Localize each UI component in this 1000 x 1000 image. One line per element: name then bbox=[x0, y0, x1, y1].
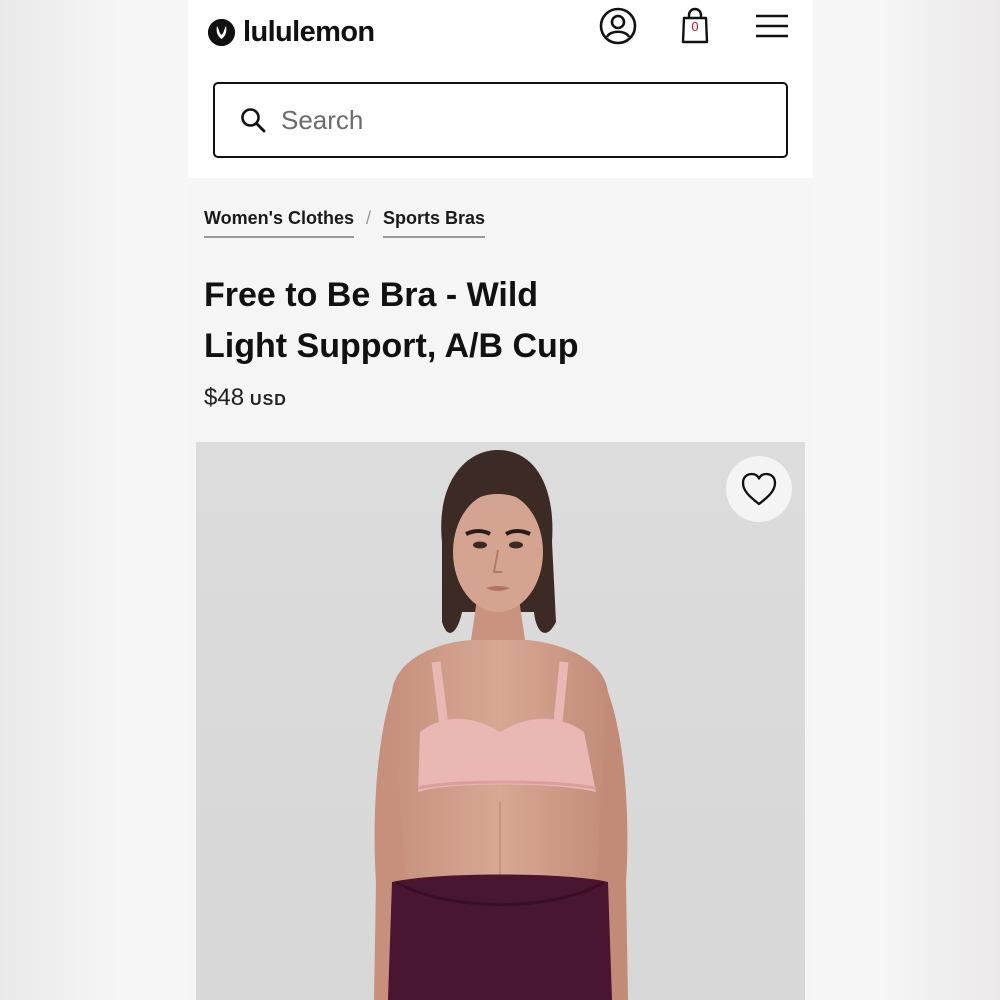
search-input[interactable] bbox=[281, 104, 761, 136]
account-button[interactable] bbox=[598, 6, 638, 46]
menu-icon bbox=[756, 14, 788, 38]
lululemon-logo-icon bbox=[208, 18, 235, 46]
heart-icon bbox=[741, 472, 777, 506]
product-title-line-1: Free to Be Bra - Wild bbox=[204, 276, 539, 314]
product-title-line-2: Light Support, A/B Cup bbox=[204, 327, 579, 365]
price-amount: $48 bbox=[204, 384, 245, 411]
bag-count-badge: 0 bbox=[691, 19, 699, 34]
breadcrumb: Women's Clothes / Sports Bras bbox=[204, 208, 486, 238]
shopping-bag-button[interactable]: 0 bbox=[675, 6, 715, 46]
product-title: Free to Be Bra - Wild Light Support, A/B… bbox=[204, 270, 624, 372]
product-price: $48 USD bbox=[204, 384, 287, 412]
product-page: lululemon 0 Search Women's Clothes / Spo… bbox=[188, 0, 813, 1000]
breadcrumb-separator: / bbox=[365, 208, 371, 228]
brand-logo[interactable]: lululemon bbox=[208, 14, 375, 50]
brand-name: lululemon bbox=[243, 15, 375, 48]
breadcrumb-sports-bras[interactable]: Sports Bras bbox=[382, 208, 486, 238]
menu-button[interactable] bbox=[752, 6, 792, 46]
breadcrumb-womens-clothes[interactable]: Women's Clothes bbox=[204, 208, 354, 238]
search-box[interactable] bbox=[213, 82, 788, 158]
account-icon bbox=[599, 7, 637, 45]
site-header: lululemon 0 bbox=[188, 0, 813, 178]
price-currency: USD bbox=[250, 392, 287, 409]
model-photo bbox=[374, 450, 628, 1000]
add-to-wishlist-button[interactable] bbox=[726, 456, 792, 522]
product-image[interactable] bbox=[196, 442, 805, 1000]
search-icon bbox=[239, 106, 267, 134]
